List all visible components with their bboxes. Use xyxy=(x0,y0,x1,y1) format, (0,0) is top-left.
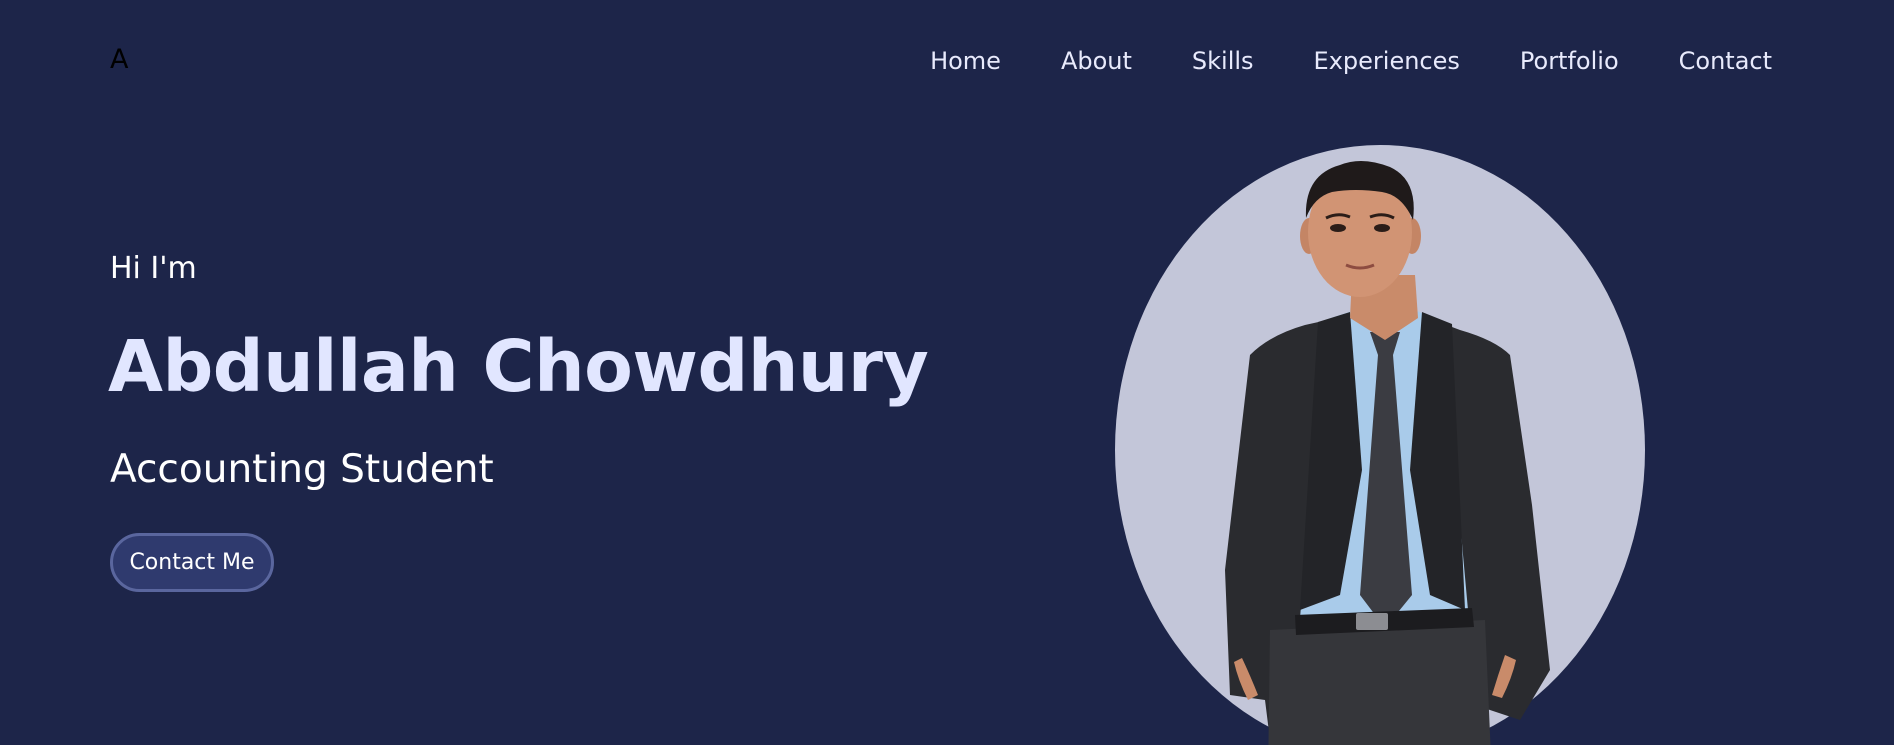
nav-contact[interactable]: Contact xyxy=(1679,45,1772,77)
nav-portfolio[interactable]: Portfolio xyxy=(1520,45,1619,77)
belt-buckle xyxy=(1356,613,1388,630)
nav-home[interactable]: Home xyxy=(930,45,1001,77)
trousers xyxy=(1268,620,1491,745)
nav-about[interactable]: About xyxy=(1061,45,1132,77)
site-logo[interactable]: A xyxy=(110,44,128,76)
main-nav: Home About Skills Experiences Portfolio … xyxy=(930,44,1772,78)
profile-portrait xyxy=(1100,140,1660,745)
profile-photo-icon xyxy=(1115,145,1645,745)
right-eye xyxy=(1374,224,1390,232)
nav-experiences[interactable]: Experiences xyxy=(1314,45,1460,77)
nav-skills[interactable]: Skills xyxy=(1192,45,1254,77)
hero-name: Abdullah Chowdhury xyxy=(108,325,929,408)
hero-role: Accounting Student xyxy=(110,447,494,492)
contact-me-button[interactable]: Contact Me xyxy=(110,533,274,592)
left-eye xyxy=(1330,224,1346,232)
page: A Home About Skills Experiences Portfoli… xyxy=(0,0,1894,745)
hero-greeting: Hi I'm xyxy=(110,251,197,286)
